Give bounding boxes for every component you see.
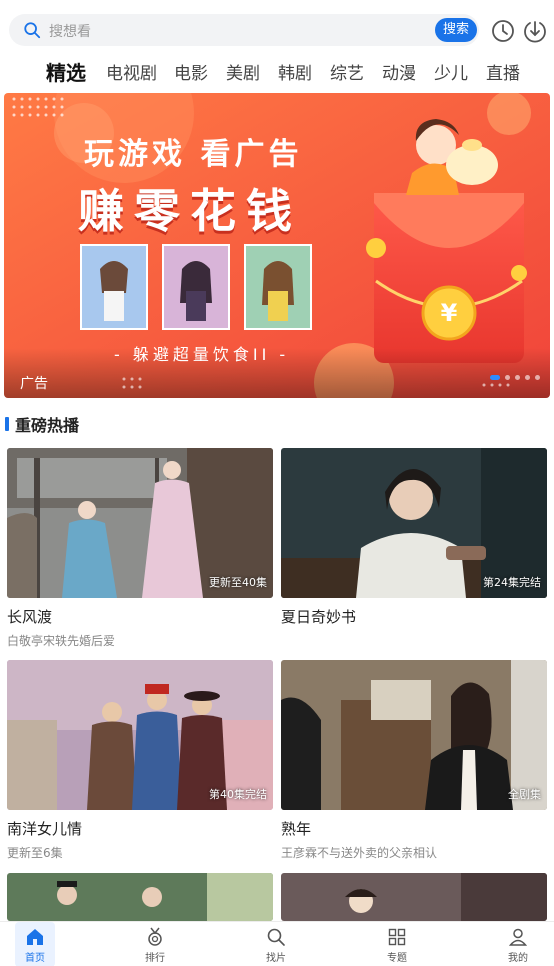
nav-label: 我的 xyxy=(508,953,528,964)
thumbnail-art xyxy=(7,873,273,921)
video-title[interactable]: 熟年 xyxy=(281,818,547,839)
banner-headline-1: 玩游戏 看广告 xyxy=(84,137,303,172)
ad-banner[interactable]: 玩游戏 看广告 赚零花钱 - 躲避超量饮食II - ¥ 广告 xyxy=(4,93,550,398)
episode-status: 更新至40集 xyxy=(209,576,267,589)
bottom-nav: 首页 排行 找片 专题 我的 xyxy=(0,921,554,966)
carousel-dot-active[interactable] xyxy=(490,375,500,380)
carousel-dot[interactable] xyxy=(505,375,510,380)
video-thumbnail[interactable]: 更新至40集 xyxy=(7,448,273,598)
home-icon xyxy=(27,929,43,945)
video-thumbnail[interactable] xyxy=(281,873,547,921)
video-thumbnail[interactable]: 第24集完结 xyxy=(281,448,547,598)
nav-label: 专题 xyxy=(387,953,407,964)
tab-tv-series[interactable]: 电视剧 xyxy=(106,59,157,84)
nav-label: 排行 xyxy=(145,953,165,964)
tab-variety[interactable]: 综艺 xyxy=(330,59,364,84)
search-placeholder: 搜想看 xyxy=(49,24,91,40)
carousel-dot[interactable] xyxy=(535,375,540,380)
video-thumbnail[interactable] xyxy=(7,873,273,921)
section-title: 重磅热播 xyxy=(15,416,80,435)
nav-profile[interactable]: 我的 xyxy=(488,922,548,966)
category-tabs: 精选 电视剧 电影 美剧 韩剧 综艺 动漫 少儿 直播 xyxy=(0,57,554,85)
carousel-dot[interactable] xyxy=(515,375,520,380)
nav-topics[interactable]: 专题 xyxy=(367,922,427,966)
search-button[interactable]: 搜索 xyxy=(435,18,477,42)
search-icon xyxy=(267,928,285,946)
tab-kids[interactable]: 少儿 xyxy=(434,59,468,84)
top-bar: 搜想看 搜索 xyxy=(0,14,554,50)
nav-label: 找片 xyxy=(266,953,286,964)
coin-yen-icon: ¥ xyxy=(440,299,458,327)
video-card[interactable]: 第40集完结 南洋女儿情 更新至6集 xyxy=(7,660,273,861)
carousel-dot[interactable] xyxy=(525,375,530,380)
banner-caption: - 躲避超量饮食II - xyxy=(114,345,290,364)
carousel-indicator[interactable] xyxy=(490,375,540,380)
nav-label: 首页 xyxy=(25,953,45,964)
video-thumbnail[interactable]: 第40集完结 xyxy=(7,660,273,810)
episode-status: 第24集完结 xyxy=(483,576,541,589)
video-subtitle: 王彦霖不与送外卖的父亲相认 xyxy=(281,846,438,860)
search-bar[interactable]: 搜想看 搜索 xyxy=(9,14,479,46)
video-subtitle: 白敬亭宋轶先婚后爱 xyxy=(7,634,116,648)
search-icon xyxy=(24,22,41,39)
video-card[interactable]: 第24集完结 夏日奇妙书 xyxy=(281,448,547,632)
video-title[interactable]: 长风渡 xyxy=(7,606,273,627)
tab-live[interactable]: 直播 xyxy=(486,59,520,84)
video-subtitle: 更新至6集 xyxy=(7,846,63,860)
ad-label: 广告 xyxy=(20,376,48,392)
video-card[interactable] xyxy=(281,873,547,921)
video-card[interactable] xyxy=(7,873,273,921)
tab-us-series[interactable]: 美剧 xyxy=(226,59,260,84)
user-icon xyxy=(508,928,528,946)
tab-featured[interactable]: 精选 xyxy=(46,57,86,86)
episode-status: 全剧集 xyxy=(508,788,541,801)
app-root: 搜想看 搜索 精选 电视剧 电影 美剧 韩剧 综艺 动漫 少儿 直播 玩游戏 看… xyxy=(0,0,554,966)
video-title[interactable]: 南洋女儿情 xyxy=(7,818,273,839)
nav-home[interactable]: 首页 xyxy=(15,922,55,966)
video-thumbnail[interactable]: 全剧集 xyxy=(281,660,547,810)
video-card[interactable]: 全剧集 熟年 王彦霖不与送外卖的父亲相认 xyxy=(281,660,547,861)
history-clock-icon[interactable] xyxy=(490,18,516,44)
tab-movies[interactable]: 电影 xyxy=(174,59,208,84)
video-title[interactable]: 夏日奇妙书 xyxy=(281,606,547,627)
grid-icon xyxy=(388,928,406,946)
episode-status: 第40集完结 xyxy=(209,788,267,801)
tab-korean-series[interactable]: 韩剧 xyxy=(278,59,312,84)
banner-headline-2: 赚零花钱 xyxy=(78,184,302,238)
download-icon[interactable] xyxy=(522,18,548,44)
thumbnail-art xyxy=(281,873,547,921)
section-accent-bar xyxy=(5,417,9,431)
nav-ranking[interactable]: 排行 xyxy=(125,922,185,966)
tab-anime[interactable]: 动漫 xyxy=(382,59,416,84)
medal-icon xyxy=(148,927,162,946)
video-card[interactable]: 更新至40集 长风渡 白敬亭宋轶先婚后爱 xyxy=(7,448,273,649)
nav-find[interactable]: 找片 xyxy=(246,922,306,966)
